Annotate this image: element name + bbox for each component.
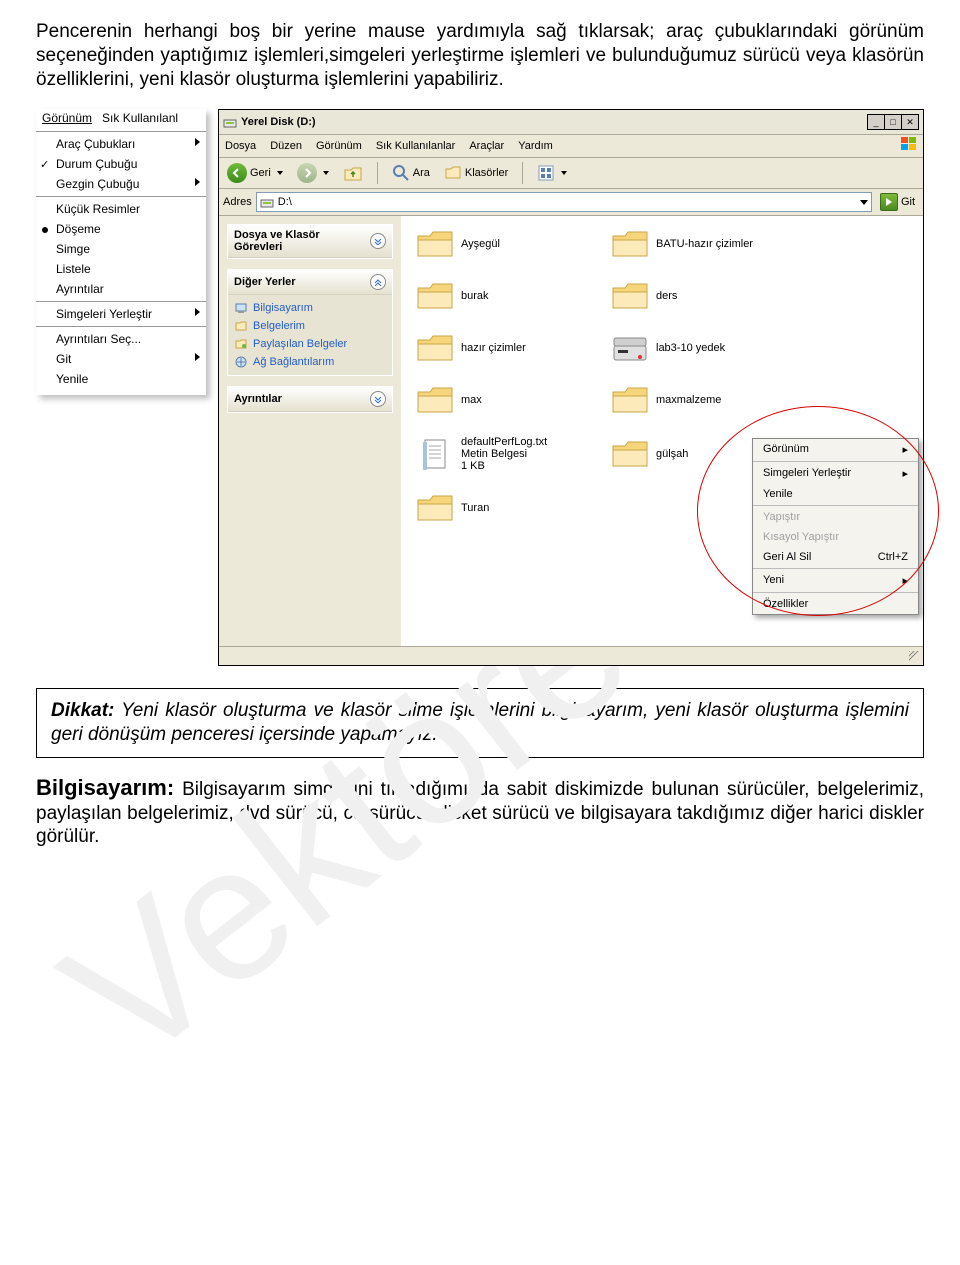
menu-dosya[interactable]: Dosya <box>225 140 256 152</box>
folder-item[interactable]: BATU-hazır çizimler <box>610 228 805 260</box>
other-places-link[interactable]: Bilgisayarım <box>234 299 386 317</box>
note-heading: Dikkat: <box>51 700 114 721</box>
toolbar: Geri Ara Klasörler <box>219 158 923 189</box>
folder-item[interactable]: defaultPerfLog.txtMetin Belgesi1 KB <box>415 436 610 472</box>
intro-paragraph: Pencerenin herhangi boş bir yerine mause… <box>36 20 924 91</box>
task-box-title: Diğer Yerler <box>234 276 296 288</box>
context-menu-item[interactable]: Yenile <box>753 484 918 504</box>
menu-araclar[interactable]: Araçlar <box>469 140 504 152</box>
task-box-file-folder: Dosya ve Klasör Görevleri <box>227 224 393 259</box>
menu-gorunum[interactable]: Görünüm <box>316 140 362 152</box>
context-menu-item[interactable]: Görünüm▸ <box>753 439 918 460</box>
folder-item[interactable]: Turan <box>415 492 610 524</box>
view-menu-item[interactable]: Döşeme <box>36 219 206 239</box>
view-menu-item[interactable]: Listele <box>36 259 206 279</box>
folder-item[interactable]: ders <box>610 280 805 312</box>
other-places-link[interactable]: Paylaşılan Belgeler <box>234 335 386 353</box>
address-label: Adres <box>223 196 252 208</box>
view-menu-tab-next[interactable]: Sık Kullanılanl <box>102 111 178 125</box>
views-icon <box>537 164 555 182</box>
folders-button[interactable]: Klasörler <box>440 162 512 184</box>
folders-icon <box>444 164 462 182</box>
folder-item[interactable]: lab3-10 yedek <box>610 332 805 364</box>
note-text: Yeni klasör oluşturma ve klasör silme iş… <box>51 700 909 745</box>
menu-yardim[interactable]: Yardım <box>518 140 553 152</box>
other-places-link[interactable]: Belgelerim <box>234 317 386 335</box>
context-menu-item[interactable]: Simgeleri Yerleştir▸ <box>753 463 918 484</box>
menu-duzen[interactable]: Düzen <box>270 140 302 152</box>
task-box-title: Dosya ve Klasör Görevleri <box>234 229 370 253</box>
view-menu-item[interactable]: Araç Çubukları <box>36 134 206 154</box>
other-places-link[interactable]: Ağ Bağlantılarım <box>234 353 386 371</box>
collapse-icon[interactable] <box>370 274 386 290</box>
folder-item[interactable]: Ayşegül <box>415 228 610 260</box>
task-box-other-places: Diğer Yerler BilgisayarımBelgelerimPayla… <box>227 269 393 376</box>
watermark-text: Vektörel <box>25 675 615 1265</box>
view-menu-tab-selected[interactable]: Görünüm <box>42 111 92 125</box>
view-menu-item[interactable]: Durum Çubuğu✓ <box>36 154 206 174</box>
context-menu-item[interactable]: Yeni▸ <box>753 570 918 591</box>
context-menu-item[interactable]: Özellikler <box>753 594 918 614</box>
folder-item[interactable]: max <box>415 384 610 416</box>
address-bar: Adres D:\ Git <box>219 189 923 216</box>
tasks-pane: Dosya ve Klasör Görevleri Diğer Yerler B… <box>219 216 401 646</box>
task-box-details: Ayrıntılar <box>227 386 393 413</box>
context-menu: Görünüm▸ Simgeleri Yerleştir▸Yenile Yapışt… <box>752 438 919 615</box>
note-box: Dikkat: Yeni klasör oluşturma ve klasör … <box>36 688 924 758</box>
bilgisayarim-paragraph: Bilgisayarım: Bilgisayarım simgesini tık… <box>36 774 924 849</box>
folder-item[interactable]: maxmalzeme <box>610 384 805 416</box>
drive-icon <box>260 195 274 209</box>
up-button[interactable] <box>339 161 367 185</box>
address-input[interactable]: D:\ <box>256 192 872 212</box>
view-menu-item[interactable]: Simge <box>36 239 206 259</box>
minimize-button[interactable]: _ <box>867 114 885 130</box>
windows-flag-icon <box>899 135 919 153</box>
maximize-button[interactable]: □ <box>884 114 902 130</box>
menu-sik[interactable]: Sık Kullanılanlar <box>376 140 456 152</box>
title-bar: Yerel Disk (D:) _ □ ✕ <box>219 110 923 135</box>
view-menu-item[interactable]: Küçük Resimler <box>36 199 206 219</box>
view-menu-item[interactable]: Yenile <box>36 369 206 389</box>
back-button[interactable]: Geri <box>223 161 287 185</box>
explorer-window: Yerel Disk (D:) _ □ ✕ Dosya Düzen Görünü… <box>218 109 924 666</box>
collapse-icon[interactable] <box>370 233 386 249</box>
folder-view[interactable]: AyşegülBATU-hazır çizimlerburakdershazır… <box>401 216 923 646</box>
close-button[interactable]: ✕ <box>901 114 919 130</box>
folder-item[interactable]: burak <box>415 280 610 312</box>
expand-icon[interactable] <box>370 391 386 407</box>
context-menu-item: Kısayol Yapıştır <box>753 527 918 547</box>
task-box-title: Ayrıntılar <box>234 393 282 405</box>
view-menu-item[interactable]: Git <box>36 349 206 369</box>
folder-up-icon <box>343 163 363 183</box>
view-menu-item[interactable]: Ayrıntıları Seç... <box>36 329 206 349</box>
drive-icon <box>223 115 237 129</box>
forward-button[interactable] <box>293 161 333 185</box>
views-button[interactable] <box>533 162 571 184</box>
context-menu-item[interactable]: Geri Al SilCtrl+Z <box>753 547 918 567</box>
context-menu-item: Yapıştır <box>753 507 918 527</box>
paragraph-heading: Bilgisayarım: <box>36 775 174 800</box>
view-menu-item[interactable]: Gezgin Çubuğu <box>36 174 206 194</box>
view-menu-item[interactable]: Ayrıntılar <box>36 279 206 299</box>
search-icon <box>392 164 410 182</box>
status-bar <box>219 646 923 665</box>
folder-item[interactable]: hazır çizimler <box>415 332 610 364</box>
view-menu: Görünüm Sık Kullanılanl Araç ÇubuklarıDu… <box>36 109 206 395</box>
go-button[interactable]: Git <box>876 192 919 212</box>
window-title: Yerel Disk (D:) <box>241 116 316 128</box>
search-button[interactable]: Ara <box>388 162 434 184</box>
menu-bar: Dosya Düzen Görünüm Sık Kullanılanlar Ar… <box>219 135 923 158</box>
view-menu-item[interactable]: Simgeleri Yerleştir <box>36 304 206 324</box>
